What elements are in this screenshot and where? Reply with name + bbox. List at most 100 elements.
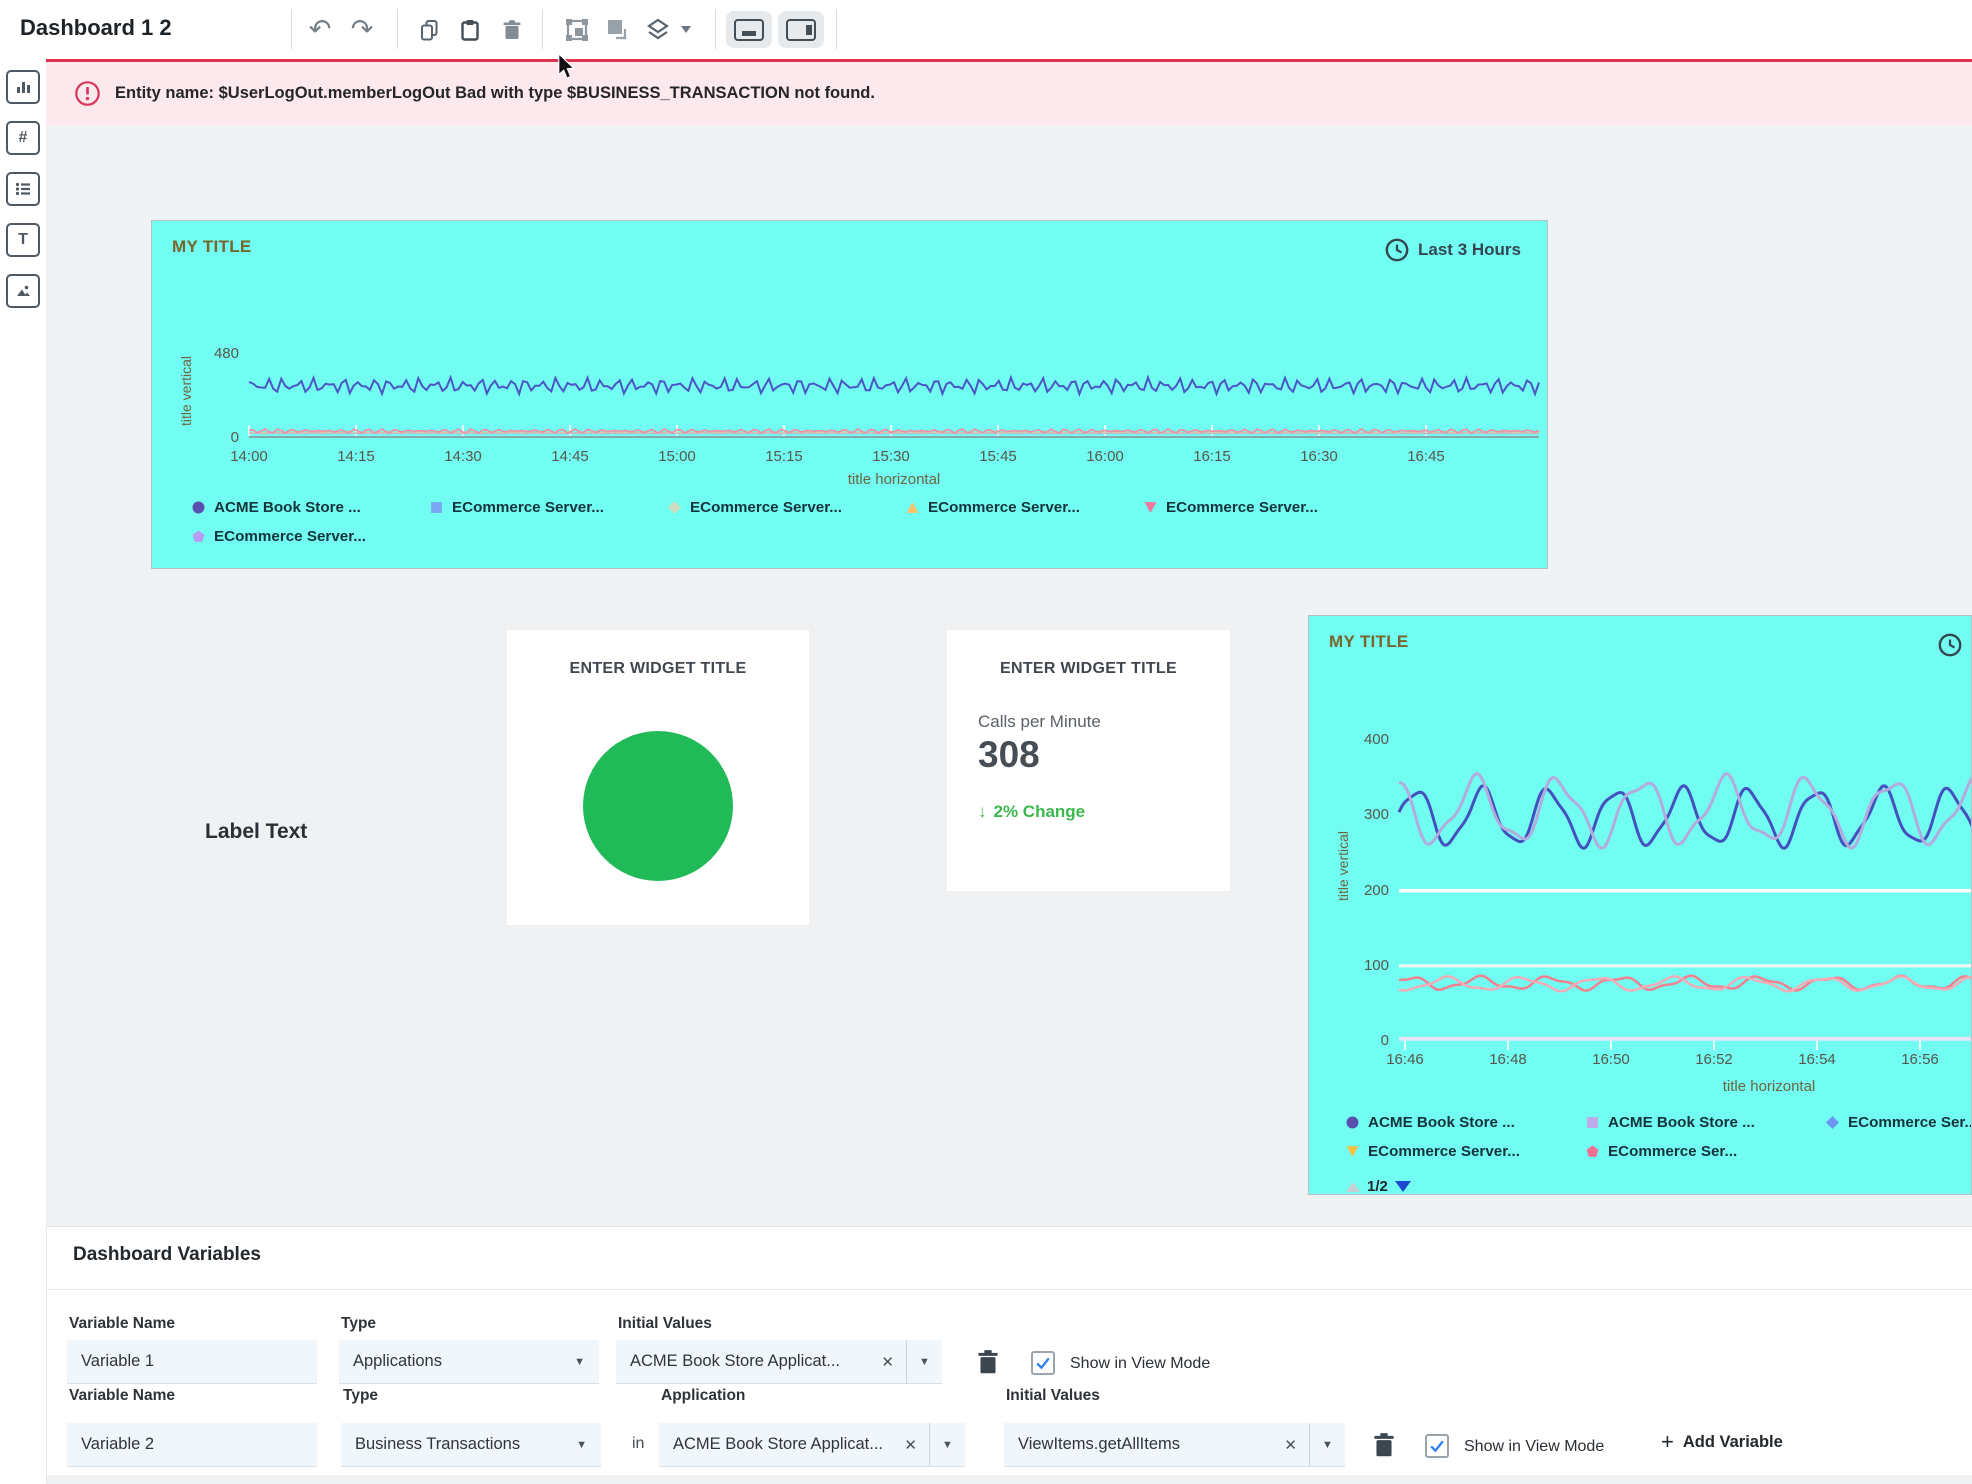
sidebar-item-text-widget[interactable]: T [6,223,40,257]
metric-widget[interactable]: ENTER WIDGET TITLE Calls per Minute 308 … [947,630,1230,891]
type-value: Business Transactions [355,1435,576,1454]
delete-variable-icon[interactable] [975,1348,1001,1381]
show-in-view-mode-checkbox[interactable] [1031,1351,1055,1375]
x-tick-label: 14:15 [322,448,390,465]
legend-item[interactable]: ECommerce Server... [906,499,1144,516]
type-select[interactable]: Business Transactions ▼ [341,1423,601,1467]
label-widget[interactable]: Label Text [205,820,307,844]
initial-values-input[interactable]: ACME Book Store Applicat... ✕ [616,1340,906,1384]
legend-label: ECommerce Server... [1368,1143,1520,1160]
time-range[interactable]: Last 3 Hours [1384,237,1521,263]
legend-item[interactable]: ECommerce Server... [430,499,668,516]
variable-name-input[interactable]: Variable 2 [67,1423,317,1467]
panel-bottom-strip [47,1475,1972,1484]
legend-item[interactable]: ECommerce Server... [1346,1143,1586,1160]
variable-name-label: Variable Name [69,1315,175,1333]
bottom-panel-icon [734,19,764,41]
layers-icon[interactable] [638,0,678,59]
chevron-down-icon: ▼ [576,1439,587,1451]
in-label: in [632,1435,644,1453]
variable-name-label: Variable Name [69,1387,175,1405]
legend-item[interactable]: ECommerce Server... [668,499,906,516]
x-tick-label: 16:54 [1783,1051,1851,1068]
sidebar-item-image-widget[interactable] [6,274,40,308]
variable-name-input[interactable]: Variable 1 [67,1340,317,1384]
add-variable-label: Add Variable [1683,1433,1783,1452]
clear-value-icon[interactable]: ✕ [904,1436,917,1454]
delete-variable-icon[interactable] [1371,1431,1397,1464]
type-value: Applications [353,1352,574,1371]
x-tick-label: 16:52 [1680,1051,1748,1068]
clock-icon [1384,237,1410,263]
timeseries-widget-1[interactable]: MY TITLE Last 3 Hours title vertical tit… [151,220,1548,569]
legend-marker-pentagon-icon [192,530,205,543]
show-in-view-mode-label: Show in View Mode [1070,1355,1210,1373]
y-axis-title: title vertical [178,356,194,426]
legend-item[interactable]: ACME Book Store ... [1586,1114,1826,1131]
initial-values-dropdown[interactable]: ▼ [906,1340,942,1384]
initial-values-input[interactable]: ViewItems.getAllItems ✕ [1004,1423,1309,1467]
layers-caret-icon[interactable] [676,0,696,59]
legend-marker-circle-icon [1346,1116,1359,1129]
health-widget[interactable]: ENTER WIDGET TITLE [507,630,809,925]
sidebar-item-chart-widget[interactable] [6,70,40,104]
x-tick-label: 16:30 [1285,448,1353,465]
y-tick-label: 0 [1343,1032,1389,1049]
legend-marker-diamond-icon [1826,1116,1839,1129]
page-down-icon[interactable] [1395,1181,1411,1192]
type-select[interactable]: Applications ▼ [339,1340,599,1384]
sidebar-item-list-widget[interactable] [6,172,40,206]
initial-values-dropdown[interactable]: ▼ [1309,1423,1345,1467]
application-input[interactable]: ACME Book Store Applicat... ✕ [659,1423,929,1467]
page-up-icon[interactable] [1346,1182,1360,1192]
widget-title: MY TITLE [172,237,252,257]
toolbar-divider [715,9,716,49]
legend-label: ACME Book Store ... [1608,1114,1755,1131]
dashboard-variables-panel: Dashboard Variables Variable Name Variab… [46,1226,1972,1484]
legend-marker-diamond-icon [668,501,681,514]
right-panel-toggle[interactable] [778,11,824,48]
checkmark-icon [1429,1439,1445,1453]
error-banner: Entity name: $UserLogOut.memberLogOut Ba… [46,59,1972,125]
timeseries-widget-2[interactable]: MY TITLE title vertical title horizontal… [1308,615,1972,1195]
legend-item[interactable]: ACME Book Store ... [192,499,430,516]
toolbar-divider [397,9,398,49]
clear-value-icon[interactable]: ✕ [1284,1436,1297,1454]
x-tick-label: 14:00 [215,448,283,465]
down-arrow-icon: ↓ [978,802,987,822]
sidebar-item-numeric-widget[interactable]: # [6,121,40,155]
fit-to-frame-icon[interactable] [557,0,597,59]
show-in-view-mode-checkbox[interactable] [1425,1434,1449,1458]
time-range[interactable] [1937,632,1963,658]
y-tick-label: 300 [1343,806,1389,823]
legend-item[interactable]: ACME Book Store ... [1346,1114,1586,1131]
line-chart-plot [249,344,1539,438]
legend-item[interactable]: ECommerce Ser... [1586,1143,1826,1160]
bottom-panel-toggle[interactable] [726,11,772,48]
legend-item[interactable]: ECommerce Ser... [1826,1114,1972,1131]
x-tick-label: 16:00 [1071,448,1139,465]
image-icon [14,282,32,300]
x-tick-label: 15:00 [643,448,711,465]
initial-value: ViewItems.getAllItems [1018,1435,1272,1454]
dashboard-title: Dashboard 1 2 [20,15,172,41]
x-tick-label: 16:46 [1371,1051,1439,1068]
legend-item[interactable]: ECommerce Server... [192,528,430,545]
checkmark-icon [1035,1356,1051,1370]
redo-icon[interactable]: ↷ [342,0,382,59]
copy-icon[interactable] [410,0,450,59]
metric-value: 308 [978,734,1040,776]
widget-title: ENTER WIDGET TITLE [507,660,809,678]
application-dropdown[interactable]: ▼ [929,1423,965,1467]
delete-icon[interactable] [492,0,532,59]
add-variable-button[interactable]: + Add Variable [1661,1431,1783,1453]
clear-value-icon[interactable]: ✕ [881,1353,894,1371]
x-tick-label: 16:56 [1886,1051,1954,1068]
resize-widget-icon[interactable] [597,0,637,59]
legend-item[interactable]: ECommerce Server... [1144,499,1382,516]
paste-icon[interactable] [450,0,490,59]
y-tick-label: 480 [193,345,239,362]
initial-values-label: Initial Values [618,1315,712,1333]
list-icon [14,180,32,198]
undo-icon[interactable]: ↶ [300,0,340,59]
